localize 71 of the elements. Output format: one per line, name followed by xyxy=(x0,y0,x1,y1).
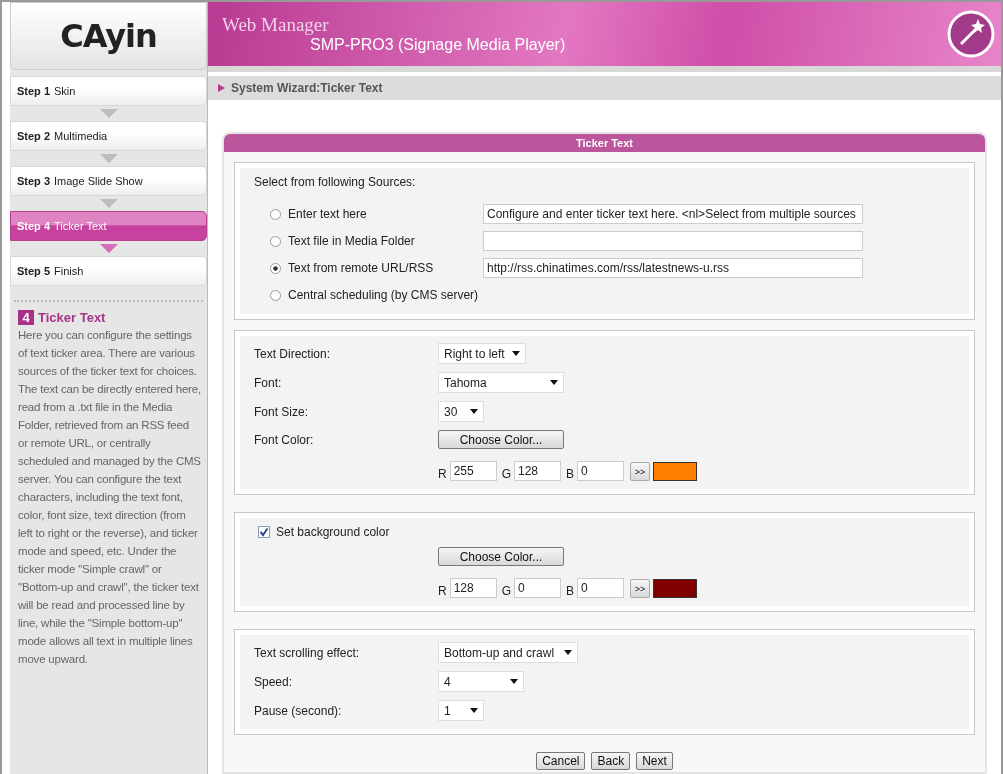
setting-label: Font: xyxy=(254,375,282,390)
wand-emblem-icon xyxy=(947,10,995,58)
device-title: SMP-PRO3 (Signage Media Player) xyxy=(310,36,566,54)
caret-icon xyxy=(470,708,478,713)
source-field[interactable]: http://rss.chinatimes.com/rss/latestnews-u.rss xyxy=(483,258,863,278)
dropdown[interactable]: Right to left xyxy=(438,343,526,364)
setting-label: Font Size: xyxy=(254,404,309,419)
radio-button[interactable] xyxy=(270,262,281,274)
channel-label: G xyxy=(501,584,511,598)
logo: CAyin xyxy=(60,17,157,55)
help-text: Here you can configure the settings of text ticker area. There are various sources of the ticker text for choices. The text can be directly entered here, read from a .txt file in the Media Folder, retrieved from an RSS feed or remote URL, or centrally scheduled and managed by the CMS server. You can configure the text characters, including the text font, color, font size, text direction (from left to right or the reverse), and ticker mode and speed, etc. Under the ticker mode "Simple crawl" or "Bottom-up and crawl", the ticker text will be read and processed line by line, while the "Simple bottom-up" mode allows all text in multiple lines move upward. xyxy=(18,328,201,667)
source-label: Central scheduling (by CMS server) xyxy=(288,288,480,302)
setting-label: Speed: xyxy=(254,674,293,689)
channel-label: B xyxy=(566,584,575,598)
down-triangle-icon xyxy=(99,199,118,208)
wizard-button[interactable]: Cancel xyxy=(536,752,586,770)
wizard-step[interactable]: Step 2 Multimedia xyxy=(10,121,207,151)
sources-heading: Select from following Sources: xyxy=(254,175,417,189)
channel-field[interactable]: 128 xyxy=(514,461,561,481)
channel-label: B xyxy=(566,467,575,481)
dropdown[interactable]: 4 xyxy=(438,671,524,692)
radio-button[interactable] xyxy=(270,235,281,247)
channel-field[interactable]: 255 xyxy=(449,461,497,481)
setting-label: Pause (second): xyxy=(254,703,342,718)
wizard-step[interactable]: Step 5 Finish xyxy=(10,256,207,286)
wizard-button[interactable]: Back xyxy=(591,752,631,770)
wizard-step[interactable]: Step 4 Ticker Text xyxy=(10,211,207,241)
channel-label: R xyxy=(438,584,447,598)
caret-icon xyxy=(512,351,520,356)
play-arrow-icon xyxy=(218,84,225,92)
checkbox[interactable] xyxy=(258,526,270,538)
checkbox-label: Set background color xyxy=(276,525,390,539)
source-field[interactable]: Configure and enter ticker text here. <nl>Select from multiple sources xyxy=(483,204,863,224)
down-triangle-icon xyxy=(99,109,118,118)
panel-title: Ticker Text xyxy=(224,134,985,152)
caret-icon xyxy=(550,380,558,385)
channel-label: G xyxy=(501,467,511,481)
dropdown[interactable]: 30 xyxy=(438,401,484,422)
breadcrumb: System Wizard:Ticker Text xyxy=(231,81,383,95)
source-label: Text file in Media Folder xyxy=(288,234,416,248)
choose-color-button[interactable]: Choose Color... xyxy=(438,430,564,449)
step-number-badge: 4 xyxy=(18,310,34,325)
radio-button[interactable] xyxy=(270,289,281,301)
wizard-step[interactable]: Step 3 Image Slide Show xyxy=(10,166,207,196)
help-title: Ticker Text xyxy=(38,310,106,325)
caret-icon xyxy=(564,650,572,655)
dropdown[interactable]: Tahoma xyxy=(438,372,564,393)
caret-icon xyxy=(510,679,518,684)
dropdown[interactable]: Bottom-up and crawl xyxy=(438,642,578,663)
channel-field[interactable]: 0 xyxy=(577,578,625,598)
wizard-step[interactable]: Step 1 Skin xyxy=(10,76,207,106)
apply-button[interactable]: >> xyxy=(630,462,651,481)
app-title: Web Manager xyxy=(222,14,330,36)
radio-button[interactable] xyxy=(270,208,281,220)
caret-icon xyxy=(470,409,478,414)
dropdown[interactable]: 1 xyxy=(438,700,484,721)
channel-field[interactable]: 0 xyxy=(577,461,625,481)
setting-label: Text scrolling effect: xyxy=(254,645,360,660)
wizard-button[interactable]: Next xyxy=(636,752,673,770)
channel-field[interactable]: 128 xyxy=(449,578,497,598)
down-triangle-icon xyxy=(99,244,118,253)
apply-button[interactable]: >> xyxy=(630,579,651,598)
source-label: Text from remote URL/RSS xyxy=(288,261,435,275)
channel-label: R xyxy=(438,467,447,481)
source-label: Enter text here xyxy=(288,207,368,221)
setting-label: Font Color: xyxy=(254,432,314,447)
channel-field[interactable]: 0 xyxy=(514,578,561,598)
source-field[interactable] xyxy=(483,231,863,251)
down-triangle-icon xyxy=(99,154,118,163)
choose-color-button[interactable]: Choose Color... xyxy=(438,547,564,566)
setting-label: Text Direction: xyxy=(254,346,331,361)
